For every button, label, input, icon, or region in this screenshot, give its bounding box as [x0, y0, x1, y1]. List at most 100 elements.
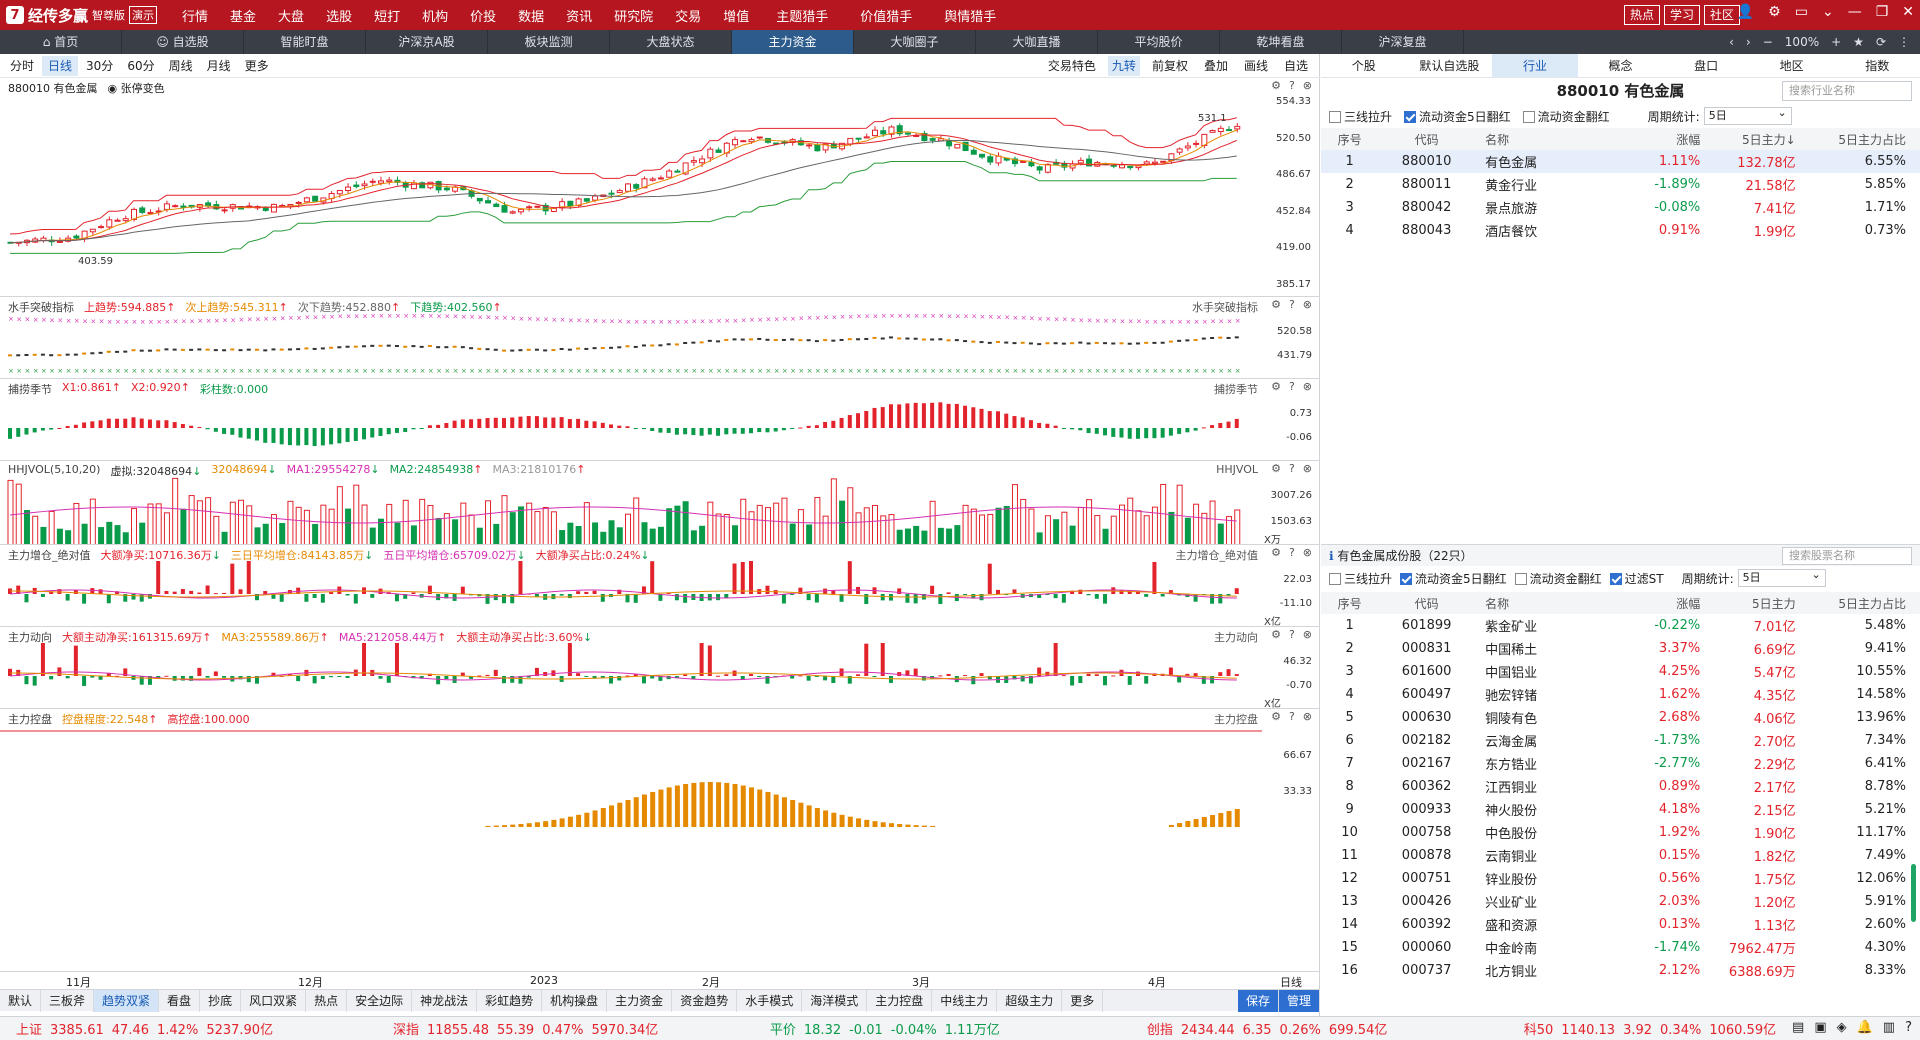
- toolbar-right-2[interactable]: 前复权: [1148, 56, 1192, 76]
- panel-close-icon[interactable]: ⊗: [1303, 298, 1312, 311]
- forward-icon[interactable]: ›: [1746, 35, 1751, 49]
- flow5d-checkbox[interactable]: 流动资金5日翻红: [1404, 108, 1511, 125]
- ranking-tab-3[interactable]: 概念: [1578, 54, 1664, 77]
- menu-item-6[interactable]: 价投: [459, 6, 507, 25]
- industry-search-input[interactable]: 搜索行业名称: [1782, 81, 1912, 101]
- template-tab-17[interactable]: 超级主力: [997, 989, 1063, 1012]
- stock-period-select[interactable]: 5日: [1737, 567, 1826, 587]
- period-tab-3[interactable]: 60分: [121, 56, 160, 76]
- flow-red-checkbox[interactable]: 流动资金翻红: [1522, 108, 1610, 125]
- nav-tab-11[interactable]: 沪深复盘: [1342, 30, 1464, 54]
- template-tab-5[interactable]: 风口双紧: [241, 989, 307, 1012]
- menu-item-10[interactable]: 交易: [664, 6, 712, 25]
- column-header[interactable]: 代码: [1378, 592, 1476, 614]
- target-icon[interactable]: ◈: [1837, 1020, 1847, 1035]
- menu-item-13[interactable]: 价值猎手: [844, 6, 928, 25]
- nav-tab-4[interactable]: 板块监测: [488, 30, 610, 54]
- menu-item-3[interactable]: 选股: [315, 6, 363, 25]
- menu-item-2[interactable]: 大盘: [267, 6, 315, 25]
- menu-item-0[interactable]: 行情: [171, 6, 219, 25]
- toolbar-right-5[interactable]: 自选: [1280, 56, 1312, 76]
- period-tab-2[interactable]: 30分: [80, 56, 119, 76]
- template-tab-12[interactable]: 资金趋势: [672, 989, 738, 1012]
- zoom-in-icon[interactable]: +: [1831, 35, 1841, 49]
- table-row[interactable]: 4 880043 酒店餐饮 0.91% 1.99亿 0.73%: [1321, 219, 1920, 242]
- table-row[interactable]: 8 600362 江西铜业 0.89% 2.17亿 8.78%: [1321, 775, 1920, 798]
- star-icon[interactable]: ★: [1853, 35, 1864, 49]
- column-header[interactable]: 涨幅: [1594, 128, 1707, 150]
- panel-chart-p1[interactable]: × × × × × × × × × × × × × × × × × × × × × × × × × × × × × × × × × × × × × × × ×…: [0, 313, 1262, 379]
- menu-item-5[interactable]: 机构: [411, 6, 459, 25]
- panel-close-icon[interactable]: ⊗: [1303, 79, 1312, 92]
- menu-item-8[interactable]: 资讯: [555, 6, 603, 25]
- screen-icon[interactable]: ▭: [1795, 4, 1808, 20]
- refresh-icon[interactable]: ⟳: [1876, 35, 1886, 49]
- chart-icon[interactable]: ▥: [1883, 1020, 1895, 1035]
- template-tab-4[interactable]: 抄底: [200, 989, 242, 1012]
- ranking-tab-6[interactable]: 指数: [1834, 54, 1920, 77]
- stock-flow-red-checkbox[interactable]: 流动资金翻红: [1514, 570, 1602, 587]
- panel-close-icon[interactable]: ⊗: [1303, 462, 1312, 475]
- nav-tab-9[interactable]: 平均股价: [1098, 30, 1220, 54]
- table-row[interactable]: 3 601600 中国铝业 4.25% 5.47亿 10.55%: [1321, 660, 1920, 683]
- menu-item-14[interactable]: 舆情猎手: [928, 6, 1012, 25]
- panel-settings-icon[interactable]: ⚙: [1271, 710, 1281, 723]
- template-tab-20[interactable]: 管理: [1278, 989, 1320, 1012]
- template-tab-11[interactable]: 主力资金: [607, 989, 673, 1012]
- panel-help-icon[interactable]: ?: [1289, 546, 1295, 559]
- menu-item-11[interactable]: 增值: [712, 6, 760, 25]
- help-icon[interactable]: ?: [1905, 1020, 1912, 1035]
- template-tab-0[interactable]: 默认: [0, 989, 42, 1012]
- panel-settings-icon[interactable]: ⚙: [1271, 380, 1281, 393]
- table-row[interactable]: 4 600497 驰宏锌锗 1.62% 4.35亿 14.58%: [1321, 683, 1920, 706]
- kline-chart[interactable]: 403.59 531.1: [0, 78, 1268, 296]
- panel-help-icon[interactable]: ?: [1289, 710, 1295, 723]
- top-button-2[interactable]: 社区: [1703, 5, 1740, 25]
- toolbar-right-4[interactable]: 画线: [1240, 56, 1272, 76]
- stock-search-input[interactable]: 搜索股票名称: [1782, 547, 1912, 565]
- column-header[interactable]: 序号: [1321, 128, 1379, 150]
- panel-chart-p2[interactable]: [0, 395, 1262, 461]
- index-quote-0[interactable]: 上证 3385.61 47.46 1.42% 5237.90亿: [0, 1019, 377, 1038]
- bell-icon[interactable]: 🔔: [1857, 1020, 1873, 1035]
- doc-icon[interactable]: ▣: [1814, 1020, 1826, 1035]
- index-quote-2[interactable]: 平价 18.32 -0.01 -0.04% 1.11万亿: [754, 1019, 1131, 1038]
- column-header[interactable]: 5日主力占比: [1795, 128, 1920, 150]
- table-row[interactable]: 7 002167 东方锆业 -2.77% 2.29亿 6.41%: [1321, 752, 1920, 775]
- template-tab-14[interactable]: 海洋模式: [802, 989, 868, 1012]
- chevron-down-icon[interactable]: ⌄: [1822, 4, 1834, 20]
- period-tab-6[interactable]: 更多: [239, 56, 275, 76]
- nav-tab-8[interactable]: 大咖直播: [976, 30, 1098, 54]
- template-tab-6[interactable]: 热点: [306, 989, 348, 1012]
- template-tab-18[interactable]: 更多: [1062, 989, 1104, 1012]
- ranking-tab-5[interactable]: 地区: [1749, 54, 1835, 77]
- table-row[interactable]: 12 000751 锌业股份 0.56% 1.75亿 12.06%: [1321, 867, 1920, 890]
- panel-close-icon[interactable]: ⊗: [1303, 546, 1312, 559]
- period-tab-1[interactable]: 日线: [42, 55, 79, 76]
- panel-close-icon[interactable]: ⊗: [1303, 710, 1312, 723]
- table-row[interactable]: 3 880042 景点旅游 -0.08% 7.41亿 1.71%: [1321, 196, 1920, 219]
- panel-help-icon[interactable]: ?: [1289, 628, 1295, 641]
- nav-tab-6[interactable]: 主力资金: [732, 30, 854, 54]
- table-row[interactable]: 2 000831 中国稀土 3.37% 6.69亿 9.41%: [1321, 637, 1920, 660]
- ranking-tab-0[interactable]: 个股: [1321, 54, 1407, 77]
- nav-tab-5[interactable]: 大盘状态: [610, 30, 732, 54]
- zoom-out-icon[interactable]: −: [1763, 35, 1773, 49]
- template-tab-3[interactable]: 看盘: [159, 989, 201, 1012]
- top-button-1[interactable]: 学习: [1663, 5, 1700, 25]
- column-header[interactable]: 名称: [1475, 128, 1595, 150]
- nav-tab-3[interactable]: 沪深京A股: [366, 30, 488, 54]
- table-row[interactable]: 5 000630 铜陵有色 2.68% 4.06亿 13.96%: [1321, 706, 1920, 729]
- table-row[interactable]: 2 880011 黄金行业 -1.89% 21.58亿 5.85%: [1321, 173, 1920, 196]
- panel-settings-icon[interactable]: ⚙: [1271, 546, 1281, 559]
- panel-settings-icon[interactable]: ⚙: [1271, 298, 1281, 311]
- panel-chart-p3[interactable]: [0, 477, 1262, 545]
- menu-item-7[interactable]: 数据: [507, 6, 555, 25]
- nav-tab-0[interactable]: ⌂ 首页: [0, 30, 122, 54]
- period-tab-4[interactable]: 周线: [163, 56, 199, 76]
- three-line-checkbox[interactable]: 三线拉升: [1329, 108, 1392, 125]
- table-row[interactable]: 10 000758 中色股份 1.92% 1.90亿 11.17%: [1321, 821, 1920, 844]
- template-tab-10[interactable]: 机构操盘: [542, 989, 608, 1012]
- panel-help-icon[interactable]: ?: [1289, 462, 1295, 475]
- nav-tab-7[interactable]: 大咖圈子: [854, 30, 976, 54]
